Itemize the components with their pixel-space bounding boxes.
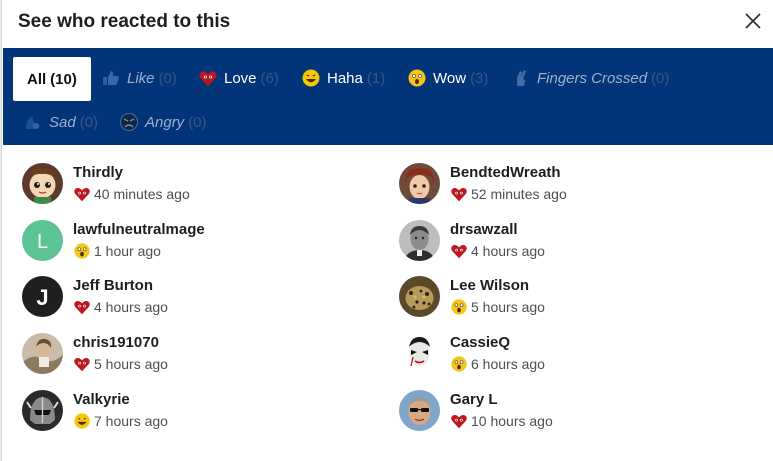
reactions-dialog: See who reacted to this All (10) Like (0…: [1, 0, 773, 461]
tab-count: (0): [188, 113, 207, 131]
reactor-meta: 4 hours ago: [450, 242, 545, 260]
reactor-name[interactable]: chris191070: [73, 334, 159, 351]
tab-fingers-crossed[interactable]: Fingers Crossed (0): [511, 58, 669, 98]
reactor-meta: 1 hour ago: [73, 242, 161, 260]
like-icon: [101, 68, 121, 88]
tab-sad[interactable]: Sad (0): [23, 102, 98, 142]
tab-haha[interactable]: Haha (1): [301, 58, 385, 98]
reactor-meta: 40 minutes ago: [73, 185, 190, 203]
tab-label: Wow: [433, 69, 467, 87]
tab-count: (10): [50, 70, 77, 88]
reactor-meta: 7 hours ago: [73, 412, 168, 430]
avatar[interactable]: J: [22, 276, 63, 317]
reaction-time: 52 minutes ago: [471, 186, 567, 202]
reactor-item: Gary L 10 hours ago: [399, 388, 739, 438]
wow-icon: [450, 298, 468, 316]
reactor-item: L lawfulneutralmage 1 hour ago: [22, 218, 362, 268]
avatar[interactable]: [399, 220, 440, 261]
tab-like[interactable]: Like (0): [101, 58, 177, 98]
reactor-name[interactable]: lawfulneutralmage: [73, 221, 205, 238]
close-icon: [745, 13, 761, 29]
wow-icon: [73, 242, 91, 260]
avatar-letter: J: [36, 285, 48, 310]
reactor-name[interactable]: CassieQ: [450, 334, 510, 351]
tab-count: (0): [79, 113, 99, 131]
love-icon: [73, 185, 91, 203]
reactor-meta: 5 hours ago: [73, 355, 168, 373]
love-icon: [73, 298, 91, 316]
reactor-name[interactable]: Valkyrie: [73, 391, 130, 408]
sad-icon: [23, 112, 43, 132]
reactor-item: chris191070 5 hours ago: [22, 331, 362, 381]
love-icon: [450, 412, 468, 430]
reactor-item: BendtedWreath 52 minutes ago: [399, 161, 739, 211]
tab-wow[interactable]: Wow (3): [407, 58, 488, 98]
reactor-item: CassieQ 6 hours ago: [399, 331, 739, 381]
wow-icon: [450, 355, 468, 373]
tab-label: Angry: [145, 113, 185, 131]
love-icon: [450, 185, 468, 203]
avatar[interactable]: L: [22, 220, 63, 261]
reactor-meta: 52 minutes ago: [450, 185, 567, 203]
angry-icon: [119, 112, 139, 132]
tab-count: (0): [651, 69, 670, 87]
reactor-name[interactable]: Lee Wilson: [450, 277, 529, 294]
tab-count: (1): [366, 69, 386, 87]
tab-label: Sad: [49, 113, 76, 131]
tab-label: All: [27, 70, 47, 88]
tab-angry[interactable]: Angry (0): [119, 102, 207, 142]
reaction-time: 4 hours ago: [471, 243, 545, 259]
reactor-meta: 10 hours ago: [450, 412, 553, 430]
reactor-item: Thirdly 40 minutes ago: [22, 161, 362, 211]
close-button[interactable]: [742, 10, 764, 32]
reactor-meta: 6 hours ago: [450, 355, 545, 373]
avatar[interactable]: [22, 390, 63, 431]
reactor-name[interactable]: drsawzall: [450, 221, 518, 238]
tab-count: (6): [260, 69, 279, 87]
reaction-time: 1 hour ago: [94, 243, 161, 259]
avatar[interactable]: [399, 390, 440, 431]
reactor-name[interactable]: BendtedWreath: [450, 164, 561, 181]
reaction-time: 10 hours ago: [471, 413, 553, 429]
haha-icon: [301, 68, 321, 88]
reaction-time: 7 hours ago: [94, 413, 168, 429]
avatar[interactable]: [22, 333, 63, 374]
fingers-crossed-icon: [511, 68, 531, 88]
reactor-meta: 4 hours ago: [73, 298, 168, 316]
tab-count: (0): [158, 69, 177, 87]
reactor-item: Lee Wilson 5 hours ago: [399, 274, 739, 324]
reactor-name[interactable]: Thirdly: [73, 164, 123, 181]
tab-label: Haha: [327, 69, 363, 87]
avatar[interactable]: [399, 333, 440, 374]
wow-icon: [407, 68, 427, 88]
dialog-header: See who reacted to this: [2, 0, 773, 48]
reactor-item: Valkyrie 7 hours ago: [22, 388, 362, 438]
tab-count: (3): [470, 69, 489, 87]
tab-all[interactable]: All (10): [13, 57, 91, 101]
tab-love[interactable]: Love (6): [198, 58, 279, 98]
reaction-time: 5 hours ago: [94, 356, 168, 372]
love-icon: [73, 355, 91, 373]
love-icon: [198, 68, 218, 88]
reaction-tabs: All (10) Like (0) Love (6) Haha (1) Wow …: [3, 48, 773, 145]
avatar[interactable]: [399, 163, 440, 204]
reaction-time: 5 hours ago: [471, 299, 545, 315]
reaction-time: 4 hours ago: [94, 299, 168, 315]
tab-label: Like: [127, 69, 155, 87]
reactor-item: drsawzall 4 hours ago: [399, 218, 739, 268]
dialog-title: See who reacted to this: [18, 11, 231, 32]
haha-icon: [73, 412, 91, 430]
tab-label: Love: [224, 69, 257, 87]
reactor-meta: 5 hours ago: [450, 298, 545, 316]
tab-label: Fingers Crossed: [537, 69, 648, 87]
avatar-letter: L: [37, 231, 48, 253]
love-icon: [450, 242, 468, 260]
reaction-time: 6 hours ago: [471, 356, 545, 372]
reactor-name[interactable]: Gary L: [450, 391, 498, 408]
avatar[interactable]: [399, 276, 440, 317]
reactor-name[interactable]: Jeff Burton: [73, 277, 153, 294]
avatar[interactable]: [22, 163, 63, 204]
reaction-time: 40 minutes ago: [94, 186, 190, 202]
reactor-item: J Jeff Burton 4 hours ago: [22, 274, 362, 324]
